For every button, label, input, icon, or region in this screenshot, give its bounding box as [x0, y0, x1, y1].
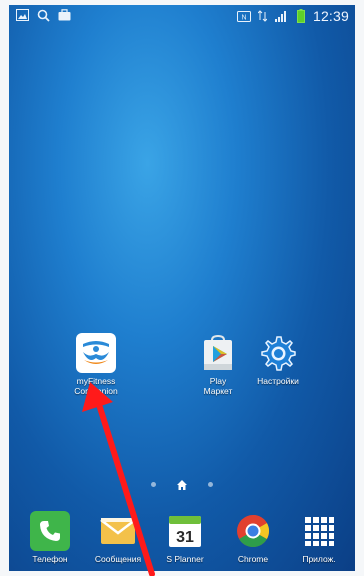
messages-icon [98, 511, 138, 551]
screenshot-frame: N 12:39 myFitness Companion Play Маркет … [0, 0, 364, 576]
app-label: S Planner [166, 554, 204, 564]
play-store-icon [198, 333, 238, 373]
search-icon [36, 8, 50, 22]
dock-apps[interactable]: Прилож. [286, 511, 352, 564]
dock-messages[interactable]: Сообщения [85, 511, 151, 564]
briefcase-icon [57, 8, 71, 22]
app-label: Прилож. [302, 554, 336, 564]
status-bar: N 12:39 [9, 5, 355, 27]
app-label: Настройки [257, 376, 299, 386]
dock-chrome[interactable]: Chrome [220, 511, 286, 564]
app-label: Сообщения [94, 554, 142, 564]
calendar-day: 31 [176, 529, 194, 546]
app-label: Chrome [237, 554, 269, 564]
gear-icon [258, 333, 298, 373]
page-indicator[interactable] [9, 478, 355, 490]
battery-icon [294, 9, 308, 23]
signal-icon [275, 9, 289, 23]
home-screen: N 12:39 myFitness Companion Play Маркет … [9, 5, 355, 571]
calendar-icon: 31 [165, 511, 205, 551]
nfc-icon: N [236, 9, 251, 23]
clock-time: 12:39 [312, 8, 349, 24]
app-myfitness-companion[interactable]: myFitness Companion [58, 333, 134, 396]
chrome-icon [233, 511, 273, 551]
dock: Телефон Сообщения 31 S Planner Chrome Пр… [9, 507, 355, 571]
home-page-icon[interactable] [176, 478, 188, 490]
data-arrows-icon [256, 9, 270, 23]
app-label: Телефон [32, 554, 68, 564]
app-label: myFitness Companion [74, 376, 118, 396]
gallery-icon [15, 8, 29, 22]
app-settings[interactable]: Настройки [240, 333, 316, 386]
dock-s-planner[interactable]: 31 S Planner [152, 511, 218, 564]
svg-text:N: N [241, 14, 246, 21]
page-dot[interactable] [151, 481, 156, 487]
apps-grid-icon [299, 511, 339, 551]
myfitness-icon [76, 333, 116, 373]
page-dot[interactable] [208, 481, 213, 487]
dock-phone[interactable]: Телефон [17, 511, 83, 564]
phone-icon [30, 511, 70, 551]
